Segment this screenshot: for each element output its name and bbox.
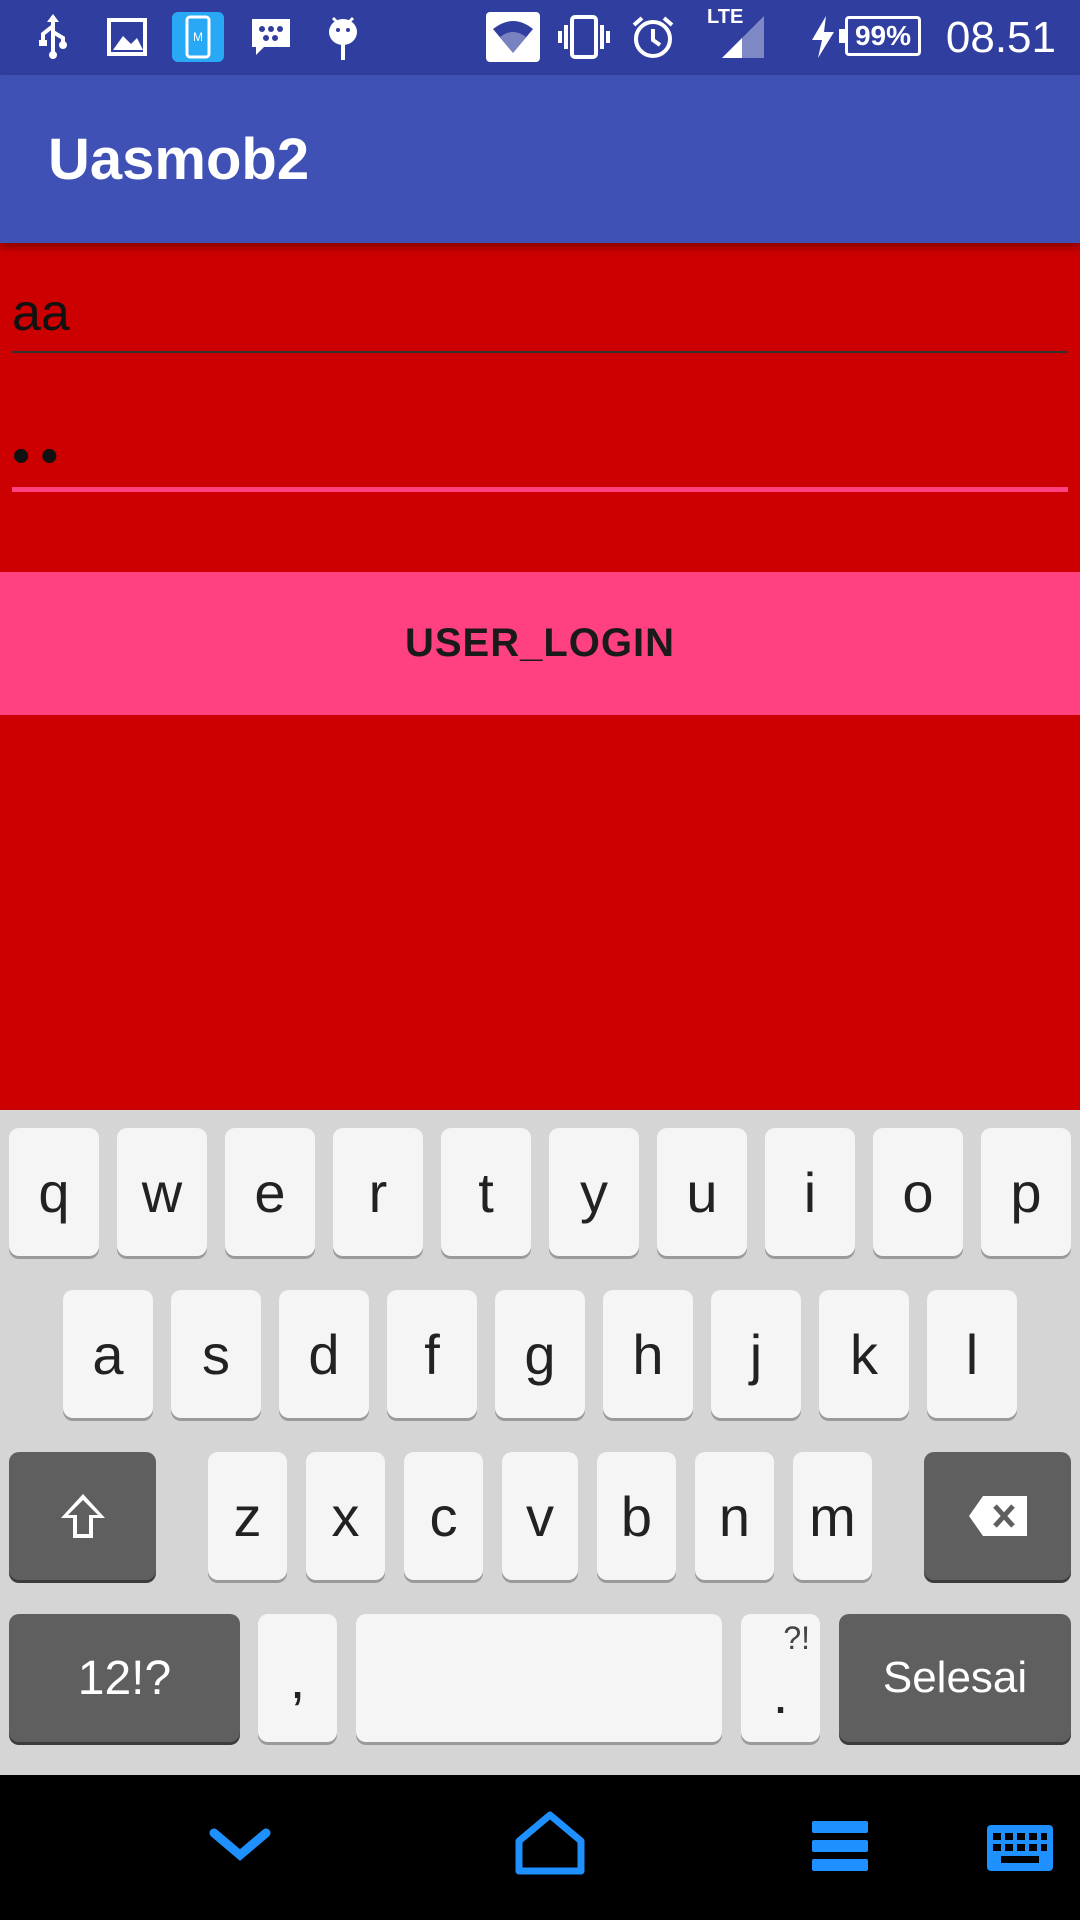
key-n[interactable]: n — [695, 1452, 774, 1580]
svg-text:M: M — [193, 30, 203, 44]
period-alt-label: ?! — [783, 1620, 810, 1656]
key-s[interactable]: s — [171, 1290, 261, 1418]
keyboard-switch-icon[interactable] — [985, 1821, 1055, 1875]
period-key[interactable]: ?! . — [741, 1614, 820, 1742]
key-d[interactable]: d — [279, 1290, 369, 1418]
key-g[interactable]: g — [495, 1290, 585, 1418]
key-i[interactable]: i — [765, 1128, 855, 1256]
key-v[interactable]: v — [502, 1452, 578, 1580]
key-o[interactable]: o — [873, 1128, 963, 1256]
backspace-icon — [968, 1496, 1027, 1536]
symbols-key[interactable]: 12!? — [9, 1614, 240, 1742]
key-c[interactable]: c — [404, 1452, 483, 1580]
key-x[interactable]: x — [306, 1452, 385, 1580]
password-underline — [12, 487, 1068, 492]
battery-icon: 99% — [839, 16, 921, 56]
status-time: 08.51 — [945, 13, 1056, 62]
image-icon — [104, 12, 150, 62]
key-b[interactable]: b — [597, 1452, 676, 1580]
hide-keyboard-icon[interactable] — [200, 1805, 280, 1885]
username-input[interactable]: aa — [12, 283, 1068, 343]
key-p[interactable]: p — [981, 1128, 1071, 1256]
key-r[interactable]: r — [333, 1128, 423, 1256]
key-j[interactable]: j — [711, 1290, 801, 1418]
charging-icon — [808, 12, 838, 62]
key-e[interactable]: e — [225, 1128, 315, 1256]
comma-key[interactable]: , — [258, 1614, 337, 1742]
key-z[interactable]: z — [208, 1452, 287, 1580]
android-debug-icon — [320, 12, 366, 62]
shift-key[interactable] — [9, 1452, 156, 1580]
soft-keyboard: q w e r t y u i o p a s d f g h j k l z … — [0, 1110, 1080, 1775]
usb-icon — [30, 12, 76, 62]
recent-apps-icon[interactable] — [800, 1801, 880, 1891]
backspace-key[interactable] — [924, 1452, 1071, 1580]
key-k[interactable]: k — [819, 1290, 909, 1418]
vibrate-icon — [556, 12, 612, 62]
key-h[interactable]: h — [603, 1290, 693, 1418]
key-q[interactable]: q — [9, 1128, 99, 1256]
app-title: Uasmob2 — [48, 127, 310, 192]
home-icon[interactable] — [500, 1793, 600, 1893]
shift-icon — [60, 1494, 105, 1538]
app-bar: Uasmob2 — [0, 75, 1080, 243]
key-y[interactable]: y — [549, 1128, 639, 1256]
key-f[interactable]: f — [387, 1290, 477, 1418]
done-key[interactable]: Selesai — [839, 1614, 1071, 1742]
username-underline — [12, 351, 1068, 353]
key-l[interactable]: l — [927, 1290, 1017, 1418]
key-u[interactable]: u — [657, 1128, 747, 1256]
user-login-button[interactable]: USER_LOGIN — [0, 572, 1080, 715]
bbm-chat-icon — [248, 12, 294, 62]
wifi-icon — [486, 12, 540, 62]
status-bar: M LTE 99% 08.51 — [0, 0, 1080, 75]
key-t[interactable]: t — [441, 1128, 531, 1256]
navigation-bar — [0, 1775, 1080, 1920]
password-input[interactable]: •• — [12, 421, 1068, 491]
period-label: . — [772, 1661, 789, 1725]
space-key[interactable] — [356, 1614, 722, 1742]
signal-icon — [718, 12, 768, 62]
alarm-icon — [630, 12, 676, 62]
login-form: aa •• USER_LOGIN — [0, 243, 1080, 1110]
key-a[interactable]: a — [63, 1290, 153, 1418]
mobile-app-icon: M — [172, 12, 224, 62]
key-m[interactable]: m — [793, 1452, 872, 1580]
key-w[interactable]: w — [117, 1128, 207, 1256]
